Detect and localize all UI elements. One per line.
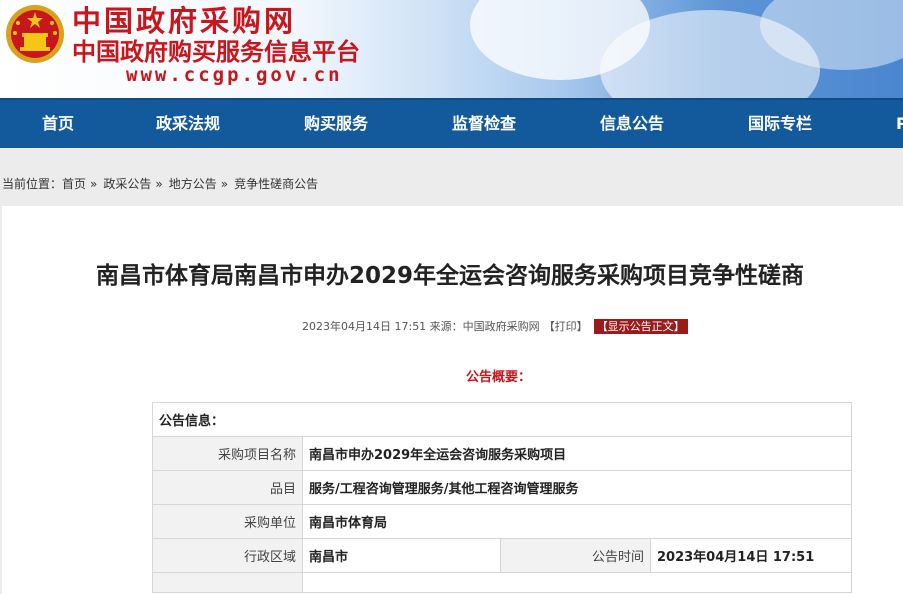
- row-value: 服务/工程咨询管理服务/其他工程咨询管理服务: [302, 470, 852, 505]
- site-subtitle: 中国政府购买服务信息平台: [72, 38, 360, 66]
- breadcrumb-link-competitive[interactable]: 竞争性磋商公告: [234, 177, 318, 191]
- row-value: [302, 572, 852, 593]
- article-datetime-source: 2023年04月14日 17:51 来源：中国政府采购网: [302, 320, 540, 333]
- table-row: 行政区域 南昌市 公告时间 2023年04月14日 17:51: [152, 538, 852, 573]
- page-title: 南昌市体育局南昌市申办2029年全运会咨询服务采购项目竞争性磋商: [96, 263, 805, 289]
- row-label: 行政区域: [152, 538, 303, 573]
- breadcrumb-prefix: 当前位置：: [2, 177, 63, 191]
- row-value: 南昌市申办2029年全运会咨询服务采购项目: [302, 436, 852, 471]
- site-url: www.ccgp.gov.cn: [126, 64, 343, 86]
- table-header: 公告信息：: [152, 402, 852, 437]
- table-row: 采购单位 南昌市体育局: [152, 504, 852, 539]
- nav-item-supervision[interactable]: 监督检查: [452, 100, 516, 148]
- summary-label: 公告概要：: [466, 370, 532, 385]
- breadcrumb-link-home[interactable]: 首页: [62, 177, 86, 191]
- nav-item-home[interactable]: 首页: [42, 100, 74, 148]
- nav-item-more[interactable]: P: [896, 100, 903, 148]
- site-banner: 中国政府采购网 中国政府购买服务信息平台 www.ccgp.gov.cn: [0, 0, 903, 98]
- print-link[interactable]: 【打印】: [544, 320, 588, 333]
- row-label: 采购项目名称: [152, 436, 303, 471]
- breadcrumb-separator: »: [155, 177, 163, 191]
- main-nav: 首页 政采法规 购买服务 监督检查 信息公告 国际专栏 P: [0, 98, 903, 148]
- nav-item-regulations[interactable]: 政采法规: [156, 100, 220, 148]
- table-row: 公告信息：: [152, 402, 852, 437]
- breadcrumb-link-local[interactable]: 地方公告: [169, 177, 217, 191]
- row-value: 2023年04月14日 17:51: [650, 538, 852, 573]
- site-title: 中国政府采购网: [72, 4, 297, 38]
- table-row: 采购项目名称 南昌市申办2029年全运会咨询服务采购项目: [152, 436, 852, 471]
- article-meta: 2023年04月14日 17:51 来源：中国政府采购网 【打印】 【显示公告正文】: [302, 319, 688, 335]
- breadcrumb-separator: »: [220, 177, 229, 191]
- row-value: 南昌市体育局: [302, 504, 852, 539]
- nav-item-purchase-services[interactable]: 购买服务: [304, 100, 368, 148]
- table-row: 品目 服务/工程咨询管理服务/其他工程咨询管理服务: [152, 470, 852, 505]
- row-label: 采购单位: [152, 504, 303, 539]
- breadcrumb-link-gov-procurement[interactable]: 政采公告: [103, 177, 151, 191]
- row-label: [152, 572, 303, 593]
- breadcrumb-separator: »: [90, 177, 98, 191]
- info-table: 公告信息： 采购项目名称 南昌市申办2029年全运会咨询服务采购项目 品目 服务…: [152, 402, 852, 593]
- nav-item-announcements[interactable]: 信息公告: [600, 100, 664, 148]
- breadcrumb: 当前位置：首页» 政采公告» 地方公告» 竞争性磋商公告: [2, 175, 318, 193]
- row-label: 品目: [152, 470, 303, 505]
- nav-item-international[interactable]: 国际专栏: [748, 100, 812, 148]
- show-text-button[interactable]: 【显示公告正文】: [593, 319, 688, 334]
- national-emblem-icon: [6, 5, 64, 63]
- row-label: 公告时间: [500, 538, 651, 573]
- table-row: [152, 572, 852, 593]
- row-value: 南昌市: [302, 538, 501, 573]
